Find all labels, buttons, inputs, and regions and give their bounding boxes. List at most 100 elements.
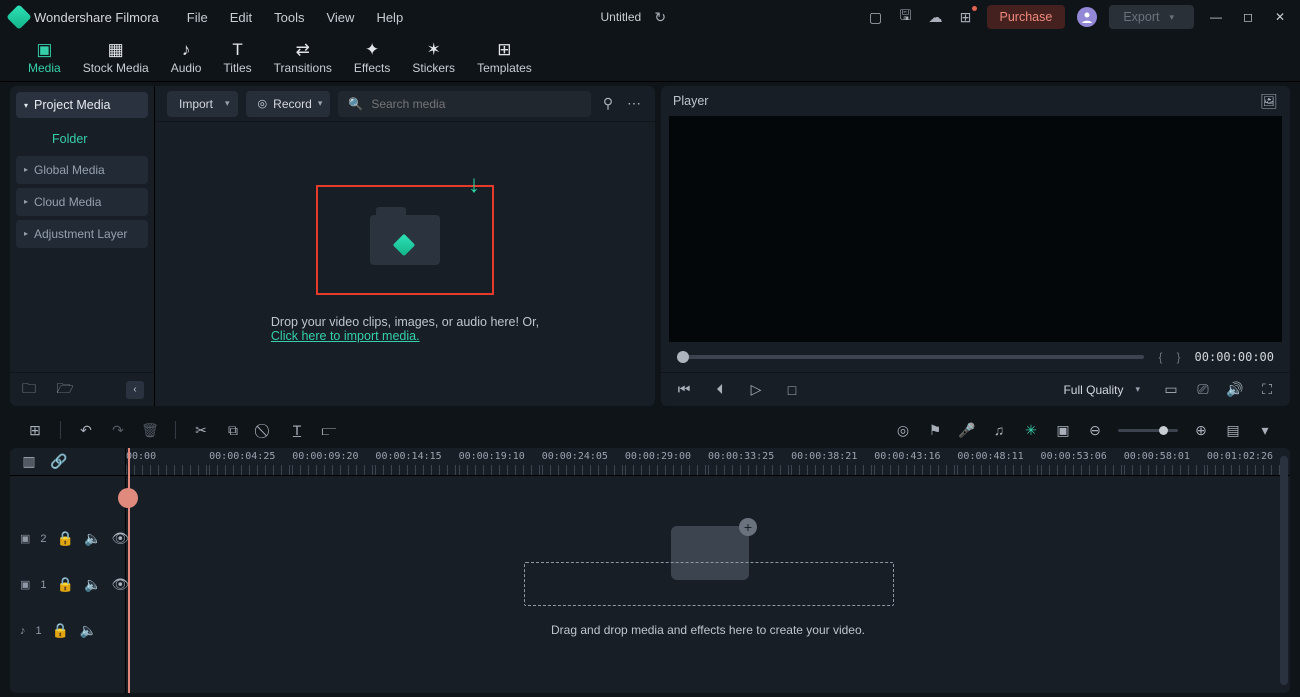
menu-edit[interactable]: Edit xyxy=(230,10,252,25)
window-close-icon[interactable]: ✕ xyxy=(1270,10,1290,24)
ruler-tick: 00:00:09:20 xyxy=(292,448,375,475)
mark-in-icon[interactable]: { xyxy=(1158,350,1162,364)
purchase-button[interactable]: Purchase xyxy=(987,5,1066,29)
timeline-scrollbar[interactable] xyxy=(1280,456,1288,685)
prev-frame-icon[interactable]: ⏮ xyxy=(675,381,693,399)
voiceover-icon[interactable]: 🎤 xyxy=(958,421,976,439)
menu-file[interactable]: File xyxy=(187,10,208,25)
undo-icon[interactable]: ↶ xyxy=(77,421,95,439)
redo-icon[interactable]: ↷ xyxy=(109,421,127,439)
history-icon[interactable]: ↻ xyxy=(651,8,669,26)
player-viewport[interactable] xyxy=(669,116,1282,342)
export-button[interactable]: Export xyxy=(1109,5,1194,29)
lock-icon[interactable]: 🔒 xyxy=(57,576,74,594)
menu-tools[interactable]: Tools xyxy=(274,10,304,25)
tab-templates[interactable]: ⊞Templates xyxy=(477,40,532,81)
timeline-ruler[interactable]: 00:0000:00:04:2500:00:09:2000:00:14:1500… xyxy=(126,448,1290,476)
search-icon: 🔍 xyxy=(348,97,363,111)
download-arrow-icon: ↓ xyxy=(468,171,480,199)
snapshot-icon[interactable]: 🖼 xyxy=(1260,92,1278,110)
titlebar-right: ▢ 🖫 ☁ ⊞ Purchase Export — ◻ ✕ xyxy=(867,5,1290,29)
timeline-layout-icon[interactable]: ▤ xyxy=(1224,421,1242,439)
player-title: Player xyxy=(673,94,708,108)
timeline-menu-icon[interactable]: ▾ xyxy=(1256,421,1274,439)
timeline-drop-slot[interactable] xyxy=(524,562,894,606)
lock-icon[interactable]: 🔒 xyxy=(52,622,70,640)
block-icon[interactable]: ⃠ xyxy=(256,421,274,439)
ruler-tick: 00:00:33:25 xyxy=(708,448,791,475)
search-input[interactable] xyxy=(371,97,581,111)
play-icon[interactable]: ▷ xyxy=(747,381,765,399)
more-icon[interactable]: ⋯ xyxy=(625,95,643,113)
track-header-video2[interactable]: ▣2 🔒 🔈 👁 xyxy=(20,530,125,548)
tab-audio[interactable]: ♪Audio xyxy=(171,40,202,81)
grid-view-icon[interactable]: ⊞ xyxy=(26,421,44,439)
monitor-icon[interactable]: ▢ xyxy=(867,8,885,26)
zoom-in-icon[interactable]: ⊕ xyxy=(1192,421,1210,439)
crop-icon[interactable]: ⧉ xyxy=(224,421,242,439)
display-icon[interactable]: ▭ xyxy=(1162,381,1180,399)
tab-transitions[interactable]: ⇄Transitions xyxy=(274,40,332,81)
tl-thumbnails-icon[interactable]: ▥ xyxy=(20,453,38,471)
sidebar-item-cloud-media[interactable]: Cloud Media xyxy=(16,188,148,216)
mute-icon[interactable]: 🔈 xyxy=(80,622,98,640)
tab-effects[interactable]: ✦Effects xyxy=(354,40,390,81)
ruler-tick: 00:00:58:01 xyxy=(1124,448,1207,475)
delete-icon[interactable]: 🗑 xyxy=(141,421,159,439)
user-avatar[interactable] xyxy=(1077,7,1097,27)
import-dropdown[interactable]: Import xyxy=(167,91,238,117)
text-icon[interactable]: T̲ xyxy=(288,421,306,439)
window-maximize-icon[interactable]: ◻ xyxy=(1238,10,1258,24)
tl-link-icon[interactable]: 🔗 xyxy=(50,453,68,471)
adjust-icon[interactable]: ⫍ xyxy=(320,421,338,439)
lock-icon[interactable]: 🔒 xyxy=(57,530,74,548)
record-dropdown[interactable]: Record xyxy=(246,91,331,117)
marker-icon[interactable]: ⚑ xyxy=(926,421,944,439)
filter-icon[interactable]: ⚲ xyxy=(599,95,617,113)
render-icon[interactable]: ▣ xyxy=(1054,421,1072,439)
apps-icon[interactable]: ⊞ xyxy=(957,8,975,26)
stop-icon[interactable]: □ xyxy=(783,381,801,399)
new-folder-icon[interactable]: 🗀 xyxy=(20,381,38,399)
ruler-tick: 00:00 xyxy=(126,448,209,475)
import-folder-graphic[interactable]: ↓ xyxy=(316,185,494,295)
fullscreen-icon[interactable]: ⛶ xyxy=(1258,381,1276,399)
tab-titles[interactable]: TTitles xyxy=(223,40,251,81)
media-dropzone[interactable]: ↓ Drop your video clips, images, or audi… xyxy=(155,122,655,406)
project-media-header[interactable]: Project Media xyxy=(16,92,148,118)
quality-dropdown[interactable]: Full Quality xyxy=(1051,377,1148,403)
save-icon[interactable]: 🖫 xyxy=(897,8,915,26)
folder-open-icon[interactable]: 🗁 xyxy=(56,381,74,399)
effects-icon: ✦ xyxy=(365,40,379,58)
cut-icon[interactable]: ✂ xyxy=(192,421,210,439)
ai-icon[interactable]: ✳ xyxy=(1022,421,1040,439)
volume-icon[interactable]: 🔊 xyxy=(1226,381,1244,399)
mixer-icon[interactable]: ♫ xyxy=(990,421,1008,439)
folder-label[interactable]: Folder xyxy=(10,124,154,154)
target-icon[interactable]: ◎ xyxy=(894,421,912,439)
mark-out-icon[interactable]: } xyxy=(1177,350,1181,364)
window-minimize-icon[interactable]: — xyxy=(1206,10,1226,24)
menu-help[interactable]: Help xyxy=(376,10,403,25)
sidebar-item-adjustment-layer[interactable]: Adjustment Layer xyxy=(16,220,148,248)
zoom-slider[interactable] xyxy=(1118,429,1178,432)
ruler-tick: 00:00:14:15 xyxy=(375,448,458,475)
tab-media[interactable]: ▣Media xyxy=(28,40,61,81)
tab-stickers[interactable]: ✶Stickers xyxy=(412,40,455,81)
mute-icon[interactable]: 🔈 xyxy=(84,530,101,548)
track-header-audio1[interactable]: ♪1 🔒 🔈 xyxy=(20,622,125,640)
cloud-icon[interactable]: ☁ xyxy=(927,8,945,26)
import-media-link[interactable]: Click here to import media. xyxy=(271,329,420,343)
track-header-video1[interactable]: ▣1 🔒 🔈 👁 xyxy=(20,576,125,594)
mute-icon[interactable]: 🔈 xyxy=(84,576,101,594)
collapse-sidebar-icon[interactable]: › xyxy=(126,381,144,399)
search-media-box[interactable]: 🔍 xyxy=(338,91,591,117)
sidebar-item-global-media[interactable]: Global Media xyxy=(16,156,148,184)
camera-icon[interactable]: ⎚ xyxy=(1194,381,1212,399)
menu-view[interactable]: View xyxy=(326,10,354,25)
step-back-icon[interactable]: ⏴ xyxy=(711,381,729,399)
zoom-out-icon[interactable]: ⊖ xyxy=(1086,421,1104,439)
timeline-tracks-area[interactable]: 00:0000:00:04:2500:00:09:2000:00:14:1500… xyxy=(126,448,1290,693)
player-scrubber[interactable] xyxy=(677,355,1144,359)
tab-stock-media[interactable]: ▦Stock Media xyxy=(83,40,149,81)
